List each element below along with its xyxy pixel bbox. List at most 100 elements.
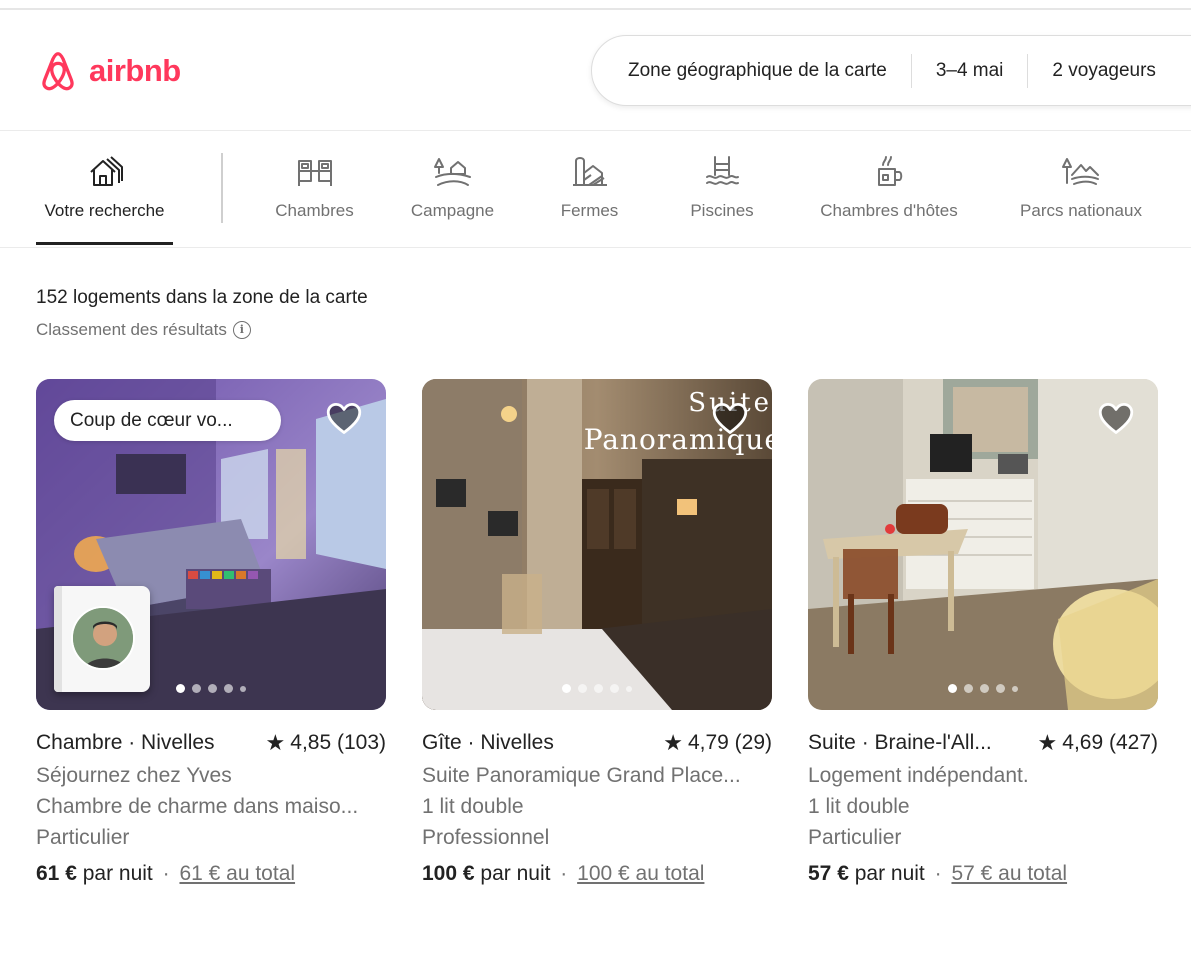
category-label: Campagne (410, 201, 495, 220)
category-label: Chambres d'hôtes (820, 201, 958, 220)
heart-icon[interactable] (712, 401, 748, 437)
listing-line-2: Chambre de charme dans maiso... (36, 795, 359, 818)
star-icon: ★ (265, 730, 286, 755)
category-bed-and-breakfast[interactable]: Chambres d'hôtes (812, 153, 966, 221)
pagination-dot[interactable] (996, 684, 1005, 693)
category-bar: Votre recherche Chambres Campagne Fermes… (0, 131, 1191, 248)
header: airbnb Zone géographique de la carte 3–4… (0, 10, 1191, 131)
price-separator: · (162, 862, 170, 885)
listing-line-1: Séjournez chez Yves (36, 764, 232, 787)
search-dates[interactable]: 3–4 mai (936, 60, 1004, 82)
pagination-dot[interactable] (176, 684, 185, 693)
listing-title: Chambre · Nivelles (36, 731, 215, 754)
listing-price: 61 € par nuit · 61 € au total (36, 862, 386, 886)
rating-value: 4,85 (103) (290, 731, 386, 754)
listing-card[interactable]: Suite Panoramique Gîte · Nivelles ★ 4,79… (422, 379, 772, 886)
pagination-dot[interactable] (980, 684, 989, 693)
listing-line-1: Suite Panoramique Grand Place... (422, 764, 741, 787)
category-rooms[interactable]: Chambres (271, 153, 358, 221)
listing-line-3: Professionnel (422, 826, 550, 849)
listing-rating: ★ 4,79 (29) (663, 730, 772, 756)
mug-icon (878, 156, 903, 186)
pagination-dot[interactable] (626, 685, 632, 692)
listing-photo[interactable] (808, 379, 1158, 710)
pagination-dot[interactable] (562, 684, 571, 693)
host-card[interactable] (54, 586, 150, 692)
price-total-link[interactable]: 100 € au total (577, 862, 704, 885)
listing-line-3: Particulier (36, 826, 130, 849)
price-amount: 100 € (422, 862, 475, 885)
category-label: Piscines (690, 201, 754, 220)
price-separator: · (934, 862, 942, 885)
listing-info: Chambre · Nivelles ★ 4,85 (103) Séjourne… (36, 728, 386, 886)
price-total-link[interactable]: 57 € au total (951, 862, 1067, 885)
listing-rating: ★ 4,85 (103) (266, 730, 386, 756)
pagination-dot[interactable] (948, 684, 957, 693)
airbnb-logo[interactable]: airbnb (35, 46, 181, 96)
listing-photo[interactable]: Coup de cœur vo... (36, 379, 386, 710)
pagination-dot[interactable] (240, 685, 246, 692)
listing-card[interactable]: Suite · Braine-l'All... ★ 4,69 (427) Log… (808, 379, 1158, 886)
category-your-search[interactable]: Votre recherche (36, 153, 173, 245)
listing-title: Gîte · Nivelles (422, 731, 554, 754)
airbnb-logo-icon (42, 52, 74, 91)
rating-value: 4,69 (427) (1062, 731, 1158, 754)
pagination-dot[interactable] (594, 684, 603, 693)
listing-line-2: 1 lit double (808, 795, 910, 818)
pagination-dot[interactable] (208, 684, 217, 693)
farm-icon (572, 157, 607, 186)
listing-price: 100 € par nuit · 100 € au total (422, 862, 772, 886)
pagination-dot[interactable] (224, 684, 233, 693)
category-label: Votre recherche (44, 201, 165, 220)
listing-line-3: Particulier (808, 826, 902, 849)
sort-label: Classement des résultats (36, 320, 227, 339)
category-countryside[interactable]: Campagne (406, 153, 499, 221)
photo-pagination (948, 684, 1018, 693)
heart-icon[interactable] (1098, 401, 1134, 437)
price-per-night: par nuit (854, 862, 925, 885)
listing-price: 57 € par nuit · 57 € au total (808, 862, 1158, 886)
listing-info: Suite · Braine-l'All... ★ 4,69 (427) Log… (808, 728, 1158, 886)
price-amount: 57 € (808, 862, 849, 885)
heart-icon[interactable] (326, 401, 362, 437)
search-divider (1027, 53, 1029, 88)
category-label: Parcs nationaux (1020, 201, 1142, 220)
listing-title: Suite · Braine-l'All... (808, 731, 992, 754)
house-icon (89, 156, 123, 186)
pagination-dot[interactable] (192, 684, 201, 693)
category-national-parks[interactable]: Parcs nationaux (1014, 153, 1148, 221)
listing-card[interactable]: Coup de cœur vo... Chambre · Nivelles ★ … (36, 379, 386, 886)
host-avatar-image (73, 608, 133, 668)
category-farms[interactable]: Fermes (558, 153, 621, 221)
guest-favorite-badge: Coup de cœur vo... (54, 400, 281, 441)
category-divider (221, 153, 223, 223)
pool-icon (706, 156, 739, 185)
listing-photo[interactable]: Suite Panoramique (422, 379, 772, 710)
pagination-dot[interactable] (610, 684, 619, 693)
countryside-icon (433, 158, 471, 186)
star-icon: ★ (663, 730, 683, 755)
info-icon[interactable]: i (232, 321, 251, 339)
sort-info[interactable]: Classement des résultats i (36, 320, 251, 340)
price-per-night: par nuit (480, 862, 551, 885)
price-per-night: par nuit (82, 862, 153, 885)
photo-pagination (562, 684, 632, 693)
search-location[interactable]: Zone géographique de la carte (628, 60, 887, 82)
price-total-link[interactable]: 61 € au total (179, 862, 295, 885)
pagination-dot[interactable] (1012, 685, 1018, 692)
pagination-dot[interactable] (964, 684, 973, 693)
avatar (71, 606, 135, 670)
brand-name: airbnb (89, 53, 181, 88)
rating-value: 4,79 (29) (687, 731, 772, 754)
pagination-dot[interactable] (578, 684, 587, 693)
listing-rating: ★ 4,69 (427) (1038, 730, 1158, 756)
listing-info: Gîte · Nivelles ★ 4,79 (29) Suite Panora… (422, 728, 772, 886)
listing-line-1: Logement indépendant. (808, 764, 1029, 787)
search-guests[interactable]: 2 voyageurs (1052, 60, 1156, 82)
search-bar[interactable]: Zone géographique de la carte 3–4 mai 2 … (591, 35, 1191, 106)
category-label: Fermes (560, 201, 619, 220)
category-pools[interactable]: Piscines (688, 153, 756, 221)
search-divider (910, 53, 912, 88)
bed-icon (297, 160, 332, 186)
results-count: 152 logements dans la zone de la carte (36, 287, 368, 308)
